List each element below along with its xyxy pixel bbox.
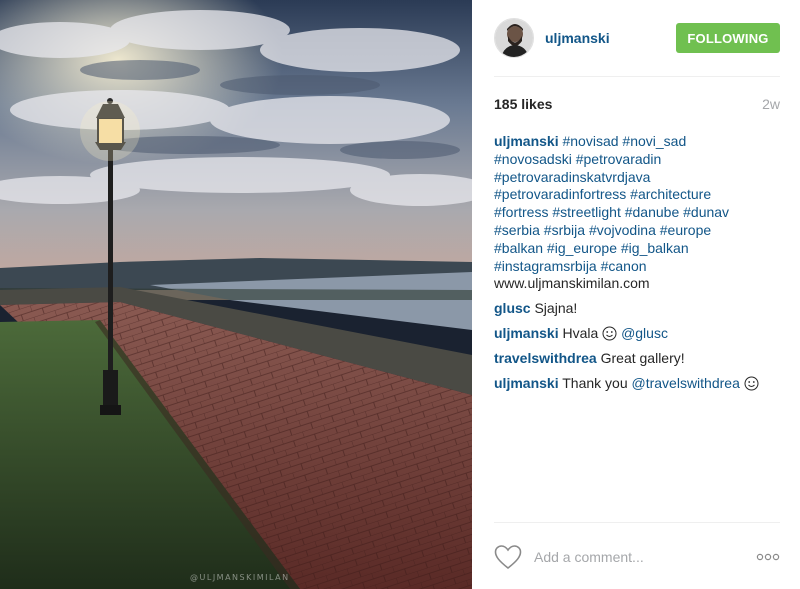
post-actions xyxy=(494,540,780,574)
add-comment-input[interactable] xyxy=(532,548,736,566)
photo-watermark: @ULJMANSKIMILAN xyxy=(190,573,290,582)
comments-list: uljmanski #novisad #novi_sad #novosadski… xyxy=(494,133,784,399)
caption-tags-7[interactable]: #balkan #ig_europe #ig_balkan xyxy=(494,240,689,256)
comment-item: glusc Sjajna! xyxy=(494,300,784,318)
post-details-panel: uljmanski FOLLOWING 185 likes 2w uljmans… xyxy=(472,0,800,589)
comment-text: Great gallery! xyxy=(600,349,685,366)
post-photo[interactable]: @ULJMANSKIMILAN xyxy=(0,0,472,589)
avatar[interactable] xyxy=(494,18,534,58)
smiley-icon xyxy=(602,326,617,341)
comment-item: travelswithdrea Great gallery! xyxy=(494,350,784,368)
comment-text: Sjajna! xyxy=(534,300,578,317)
caption-tags-6[interactable]: #serbia #srbija #vojvodina #europe xyxy=(494,222,711,238)
caption: uljmanski #novisad #novi_sad #novosadski… xyxy=(494,133,784,293)
photo-scene xyxy=(0,0,472,589)
footer-divider xyxy=(494,522,780,523)
comment-author[interactable]: uljmanski xyxy=(494,375,559,391)
header-divider xyxy=(494,76,780,77)
caption-website: www.uljmanskimilan.com xyxy=(494,275,650,292)
caption-tags-4[interactable]: #petrovaradinfortress #architecture xyxy=(494,186,711,202)
post-header: uljmanski FOLLOWING xyxy=(494,17,780,59)
ellipsis-icon[interactable] xyxy=(756,552,780,562)
comment-author[interactable]: uljmanski xyxy=(494,325,559,341)
post-time[interactable]: 2w xyxy=(762,96,780,112)
avatar-image xyxy=(495,19,533,57)
smiley-icon xyxy=(744,376,759,391)
comment-text: Thank you xyxy=(562,374,628,391)
comment-item: uljmanski Hvala @glusc xyxy=(494,325,784,343)
caption-tags-1[interactable]: #novisad #novi_sad xyxy=(562,133,686,149)
heart-outline-icon[interactable] xyxy=(494,544,522,570)
comment-mention[interactable]: @travelswithdrea xyxy=(632,375,740,391)
comment-text: Hvala xyxy=(562,324,599,341)
comment-item: uljmanski Thank you @travelswithdrea xyxy=(494,375,784,393)
caption-tags-2[interactable]: #novosadski #petrovaradin xyxy=(494,151,661,167)
comment-author[interactable]: glusc xyxy=(494,300,531,316)
author-username[interactable]: uljmanski xyxy=(545,30,610,46)
caption-tags-8[interactable]: #instagramsrbija #canon xyxy=(494,258,647,274)
following-button[interactable]: FOLLOWING xyxy=(676,23,780,53)
comment-author[interactable]: travelswithdrea xyxy=(494,350,597,366)
caption-tags-5[interactable]: #fortress #streetlight #danube #dunav xyxy=(494,204,729,220)
likes-count[interactable]: 185 likes xyxy=(494,96,552,112)
caption-author[interactable]: uljmanski xyxy=(494,133,559,149)
caption-tags-3[interactable]: #petrovaradinskatvrdjava xyxy=(494,169,650,185)
comment-mention[interactable]: @glusc xyxy=(621,325,668,341)
likes-row: 185 likes 2w xyxy=(494,96,780,112)
